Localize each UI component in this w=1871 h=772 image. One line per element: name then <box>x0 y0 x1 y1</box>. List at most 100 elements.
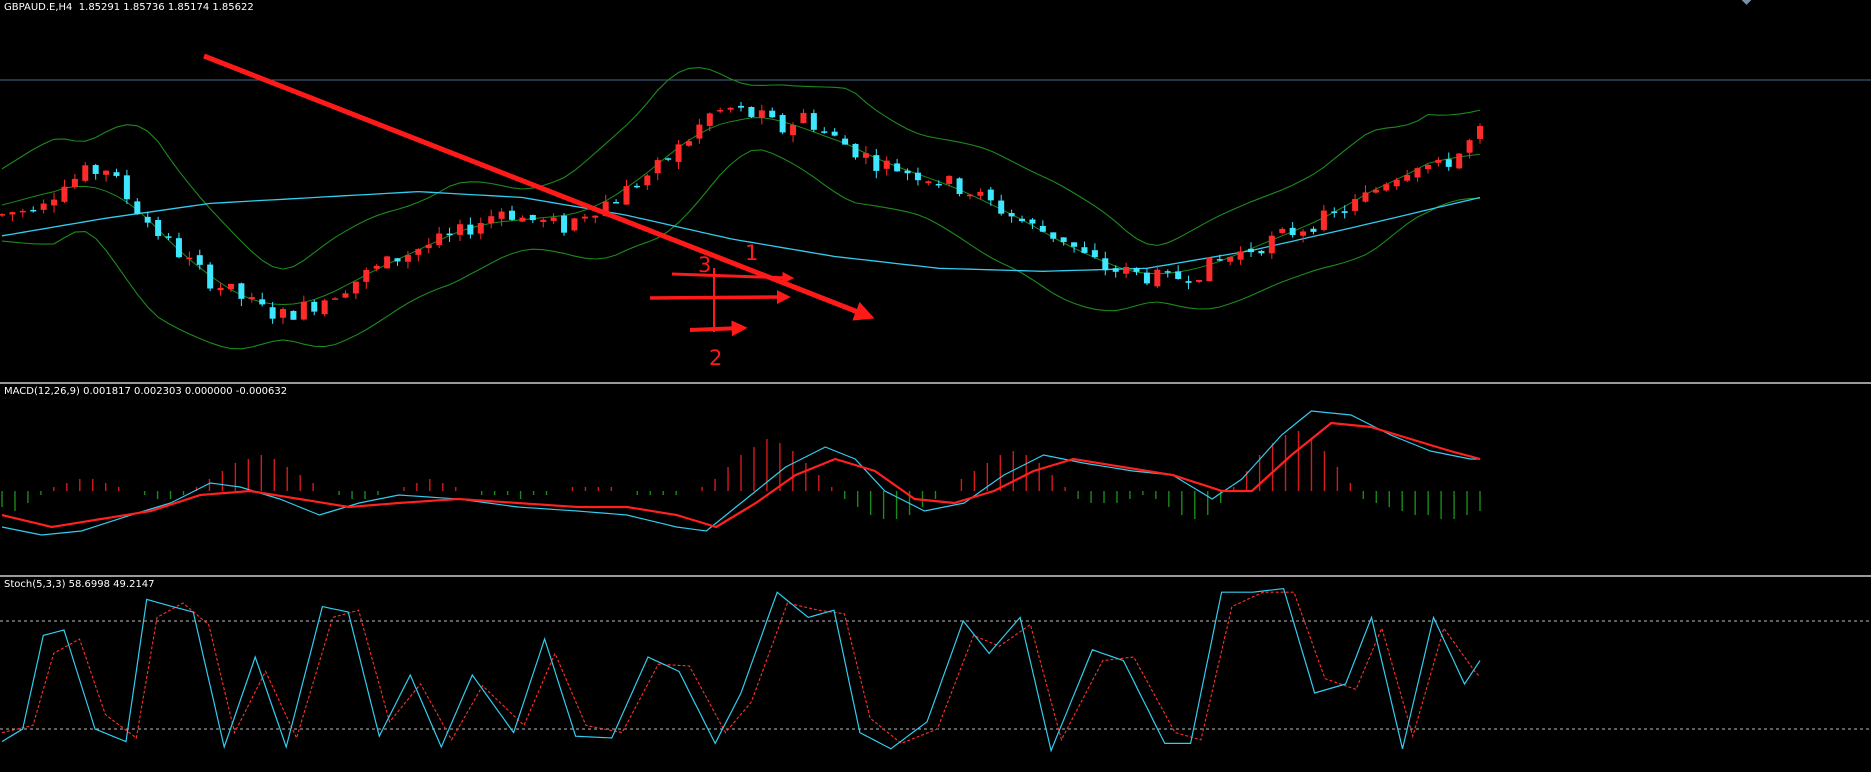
candle-body <box>1258 250 1265 254</box>
candle-body <box>571 218 578 231</box>
candle-body <box>1414 168 1421 178</box>
candle-body <box>92 165 99 174</box>
candle-body <box>717 110 724 112</box>
candle-body <box>384 256 391 269</box>
candle-body <box>51 199 58 206</box>
candle-body <box>509 210 516 220</box>
candle-body <box>1456 153 1463 169</box>
candle-body <box>1071 242 1078 247</box>
candle-body <box>883 160 890 169</box>
candle-body <box>1060 237 1067 242</box>
candle-body <box>727 107 734 110</box>
candle-body <box>123 175 130 200</box>
candle-body <box>561 215 568 233</box>
candle-body <box>613 202 620 204</box>
stoch-pane-label: Stoch(5,3,3) 58.6998 49.2147 <box>4 579 155 590</box>
candle-body <box>935 183 942 186</box>
candle-body <box>321 300 328 315</box>
candle-body <box>1372 189 1379 193</box>
candle-body <box>852 143 859 158</box>
candle-body <box>1352 199 1359 211</box>
candle-body <box>165 236 172 238</box>
candle-body <box>40 203 47 210</box>
candle-body <box>415 249 422 255</box>
candle-body <box>269 307 276 319</box>
stoch-chart[interactable] <box>0 577 1871 772</box>
candle-body <box>748 106 755 117</box>
candle-body <box>769 110 776 118</box>
candle-body <box>1279 228 1286 233</box>
candle-body <box>1466 140 1473 153</box>
candle-body <box>966 194 973 197</box>
candle-body <box>519 217 526 222</box>
annotation-label-2: 2 <box>709 346 722 370</box>
candle-body <box>779 115 786 133</box>
price-pane[interactable]: GBPAUD.E,H4 1.85291 1.85736 1.85174 1.85… <box>0 0 1871 382</box>
candle-body <box>956 178 963 194</box>
candle-body <box>1029 219 1036 224</box>
candle-body <box>373 265 380 269</box>
candle-body <box>738 105 744 108</box>
candle-body <box>144 216 151 223</box>
candle-body <box>436 233 443 245</box>
candle-body <box>1393 179 1400 187</box>
candle-body <box>654 160 661 174</box>
candle-body <box>550 217 557 221</box>
candle-body <box>1195 279 1202 282</box>
candle-body <box>498 211 505 219</box>
candle-body <box>1216 259 1223 261</box>
candle-body <box>207 264 214 289</box>
candle-body <box>363 269 370 282</box>
annotation-label-3: 3 <box>698 253 711 277</box>
candle-body <box>477 223 484 234</box>
candle-body <box>1175 271 1182 279</box>
candle-body <box>831 131 838 136</box>
candle-body <box>71 178 78 188</box>
candle-body <box>592 215 599 218</box>
candle-body <box>1445 159 1452 167</box>
candle-body <box>113 172 120 176</box>
candle-body <box>103 170 110 175</box>
macd-chart[interactable] <box>0 384 1871 575</box>
candle-body <box>758 110 765 118</box>
macd-pane-label: MACD(12,26,9) 0.001817 0.002303 0.000000… <box>4 386 288 397</box>
stoch-pane[interactable]: Stoch(5,3,3) 58.6998 49.2147 <box>0 577 1871 772</box>
candle-body <box>810 113 817 130</box>
candle-body <box>186 257 193 260</box>
candle-body <box>332 298 339 300</box>
candle-body <box>456 224 463 235</box>
candle-body <box>1050 232 1057 239</box>
candle-body <box>685 141 692 146</box>
candle-body <box>1237 251 1244 260</box>
price-pane-label: GBPAUD.E,H4 1.85291 1.85736 1.85174 1.85… <box>4 2 254 13</box>
candle-body <box>394 258 401 262</box>
candle-body <box>134 201 141 215</box>
macd-pane[interactable]: MACD(12,26,9) 0.001817 0.002303 0.000000… <box>0 384 1871 575</box>
candle-body <box>842 138 849 145</box>
bollinger-upper <box>1 67 1481 270</box>
candle-body <box>300 301 307 320</box>
candle-body <box>1143 272 1150 284</box>
price-chart[interactable]: 1 2 3 <box>0 0 1871 382</box>
level-arrow-1 <box>671 271 795 284</box>
candle-body <box>1154 269 1161 287</box>
candle-body <box>1404 174 1411 181</box>
candle-body <box>904 170 911 174</box>
moving-average-line <box>1 190 1481 272</box>
candle-body <box>790 124 797 136</box>
level-arrow-2 <box>649 290 791 305</box>
candle-body <box>946 175 953 184</box>
candle-body <box>706 113 713 126</box>
candle-body <box>61 186 68 202</box>
candle-body <box>311 301 318 312</box>
candle-body <box>217 287 224 291</box>
candle-body <box>1331 211 1338 213</box>
candle-body <box>675 144 682 162</box>
candle-body <box>1112 268 1119 272</box>
candle-body <box>290 310 297 320</box>
candle-body <box>259 299 266 305</box>
candle-body <box>914 172 921 181</box>
candle-body <box>894 163 901 172</box>
candle-body <box>404 254 411 262</box>
candle-body <box>1164 271 1171 273</box>
